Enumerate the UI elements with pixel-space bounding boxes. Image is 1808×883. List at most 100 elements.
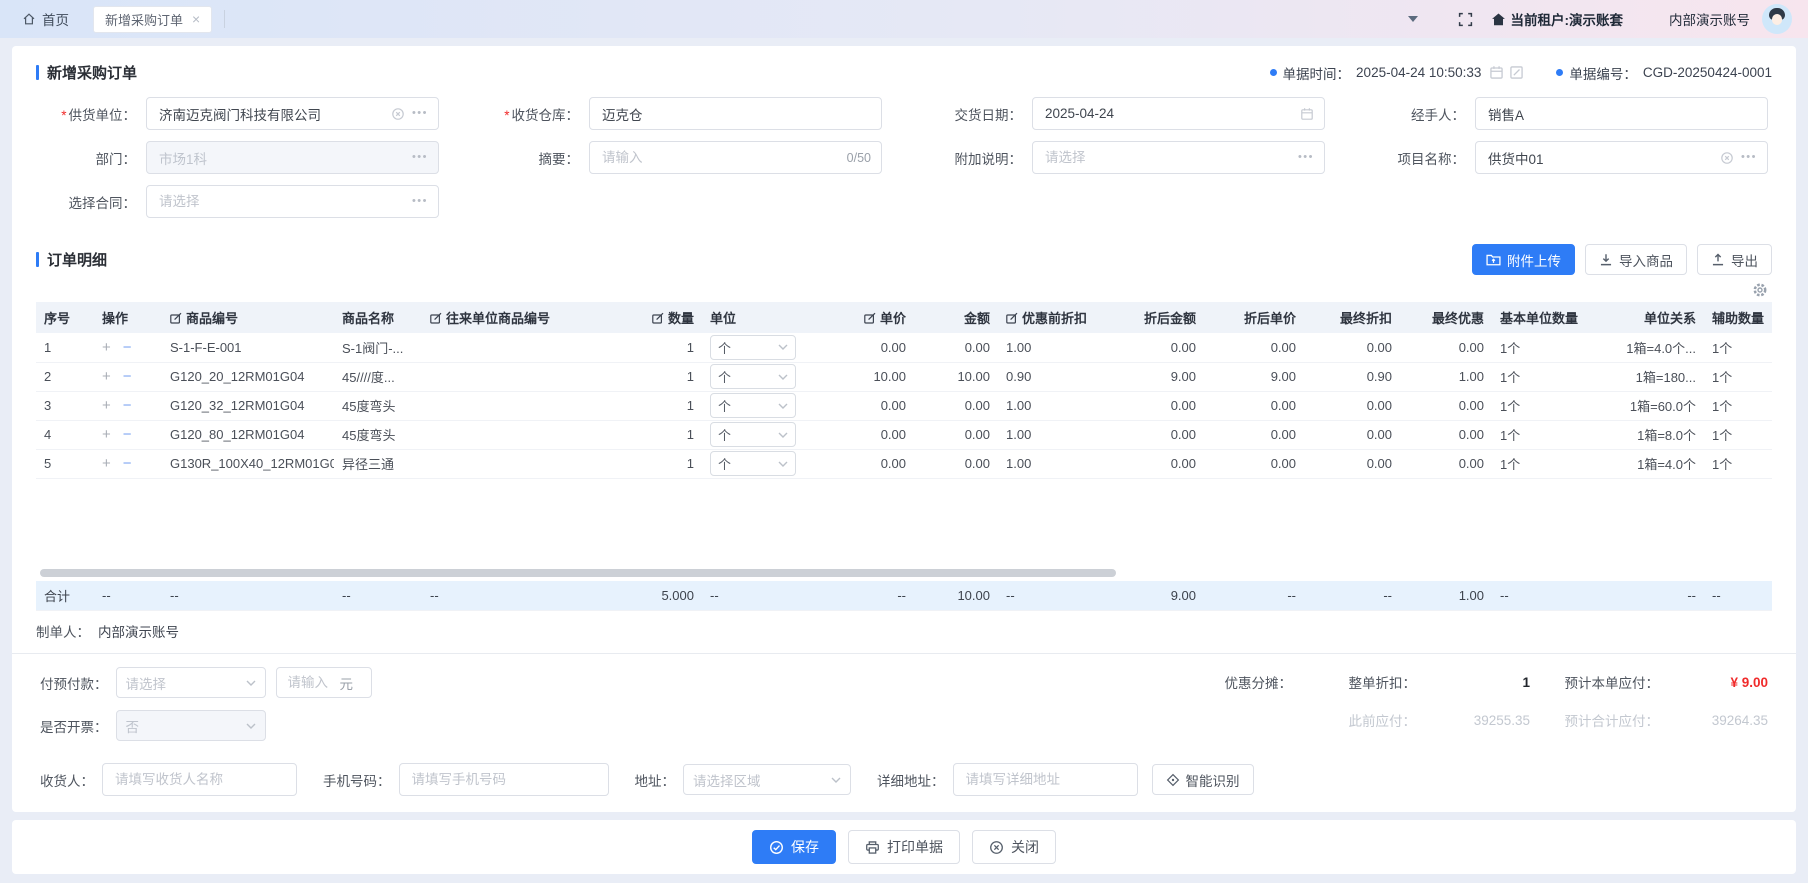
cell-disc_before[interactable]: 1.00 [998,333,1094,362]
current-tenant[interactable]: 当前租户:演示账套 [1491,9,1624,29]
clear-icon[interactable] [391,107,405,121]
address-value[interactable] [964,771,1127,788]
cell-code[interactable]: G120_20_12RM01G04 [162,362,334,391]
note-value[interactable] [1043,149,1298,166]
add-row-icon[interactable]: + [102,339,111,356]
cell-code[interactable]: G120_32_12RM01G04 [162,391,334,420]
remove-row-icon[interactable]: − [123,339,132,356]
cell-code[interactable]: G130R_100X40_12RM01G04 [162,449,334,478]
summary-input[interactable]: 0/50 [589,141,882,174]
cell-unit[interactable]: 个 [702,449,806,478]
cell-partner_code[interactable] [422,333,602,362]
phone-value[interactable] [410,771,598,788]
unit-select[interactable]: 个 [710,335,796,360]
scrollbar-thumb[interactable] [40,569,1116,577]
remove-row-icon[interactable]: − [123,397,132,414]
handler-value[interactable] [1486,105,1757,122]
tab-new-purchase-order[interactable]: 新增采购订单 × [93,6,212,33]
more-icon[interactable]: ••• [412,196,428,207]
cell-disc_before[interactable]: 1.00 [998,391,1094,420]
contract-input[interactable]: ••• [146,185,439,218]
delivery-date-input[interactable] [1032,97,1325,130]
cell-qty[interactable]: 1 [602,362,702,391]
supplier-input[interactable]: ••• [146,97,439,130]
recipient-name-value[interactable] [113,771,286,788]
avatar[interactable] [1762,4,1792,34]
gear-icon[interactable] [1752,282,1768,298]
cell-price[interactable]: 10.00 [806,362,914,391]
remove-row-icon[interactable]: − [123,368,132,385]
calendar-icon[interactable] [1300,107,1314,121]
delivery-date-value[interactable] [1043,105,1300,122]
remove-row-icon[interactable]: − [123,455,132,472]
address-input[interactable] [953,763,1138,796]
cell-code[interactable]: G120_80_12RM01G04 [162,420,334,449]
prepay-select[interactable]: 请选择 [116,667,266,698]
cell-partner_code[interactable] [422,391,602,420]
close-button[interactable]: 关闭 [972,830,1056,864]
cell-unit[interactable]: 个 [702,333,806,362]
cell-unit[interactable]: 个 [702,420,806,449]
warehouse-value[interactable] [600,105,871,122]
cell-qty[interactable]: 1 [602,391,702,420]
account-name[interactable]: 内部演示账号 [1669,9,1750,29]
cell-unit[interactable]: 个 [702,391,806,420]
add-row-icon[interactable]: + [102,426,111,443]
more-icon[interactable]: ••• [412,152,428,163]
prepay-amount-input[interactable]: 元 [276,667,372,698]
note-input[interactable]: ••• [1032,141,1325,174]
print-button[interactable]: 打印单据 [848,830,960,864]
more-icon[interactable]: ••• [1298,152,1314,163]
add-row-icon[interactable]: + [102,397,111,414]
recipient-name-input[interactable] [102,763,297,796]
cell-disc_before[interactable]: 0.90 [998,362,1094,391]
add-row-icon[interactable]: + [102,455,111,472]
cell-partner_code[interactable] [422,362,602,391]
unit-select[interactable]: 个 [710,422,796,447]
cell-partner_code[interactable] [422,420,602,449]
clear-icon[interactable] [1720,151,1734,165]
cell-qty[interactable]: 1 [602,333,702,362]
chevron-down-icon[interactable] [1408,16,1418,22]
horizontal-scrollbar[interactable] [36,569,1772,578]
cell-qty[interactable]: 1 [602,449,702,478]
project-input[interactable]: ••• [1475,141,1768,174]
import-products-button[interactable]: 导入商品 [1585,244,1687,275]
more-icon[interactable]: ••• [412,108,428,119]
contract-value[interactable] [157,193,412,210]
attachment-upload-button[interactable]: 附件上传 [1472,244,1575,275]
prepay-amount-value[interactable] [286,674,334,691]
remove-row-icon[interactable]: − [123,426,132,443]
cell-price[interactable]: 0.00 [806,391,914,420]
summary-value[interactable] [600,149,847,166]
unit-select[interactable]: 个 [710,393,796,418]
cell-partner_code[interactable] [422,449,602,478]
handler-input[interactable] [1475,97,1768,130]
region-select[interactable]: 请选择区域 [683,764,851,795]
fullscreen-icon[interactable] [1458,12,1473,27]
more-icon[interactable]: ••• [1741,152,1757,163]
calendar-icon[interactable] [1489,65,1504,80]
cell-price[interactable]: 0.00 [806,449,914,478]
warehouse-input[interactable] [589,97,882,130]
supplier-value[interactable] [157,105,391,122]
cell-unit[interactable]: 个 [702,362,806,391]
cell-price[interactable]: 0.00 [806,333,914,362]
whole-discount-value[interactable]: 1 [1420,675,1530,690]
project-value[interactable] [1486,149,1720,166]
unit-select[interactable]: 个 [710,451,796,476]
cell-disc_before[interactable]: 1.00 [998,420,1094,449]
save-button[interactable]: 保存 [752,830,836,864]
tab-home[interactable]: 首页 [10,9,81,29]
export-button[interactable]: 导出 [1697,244,1772,275]
edit-icon[interactable] [1509,65,1524,80]
cell-price[interactable]: 0.00 [806,420,914,449]
smart-recognize-button[interactable]: 智能识别 [1152,764,1254,795]
tab-close-icon[interactable]: × [192,12,200,26]
cell-code[interactable]: S-1-F-E-001 [162,333,334,362]
unit-select[interactable]: 个 [710,364,796,389]
phone-input[interactable] [399,763,609,796]
add-row-icon[interactable]: + [102,368,111,385]
cell-qty[interactable]: 1 [602,420,702,449]
cell-disc_before[interactable]: 1.00 [998,449,1094,478]
